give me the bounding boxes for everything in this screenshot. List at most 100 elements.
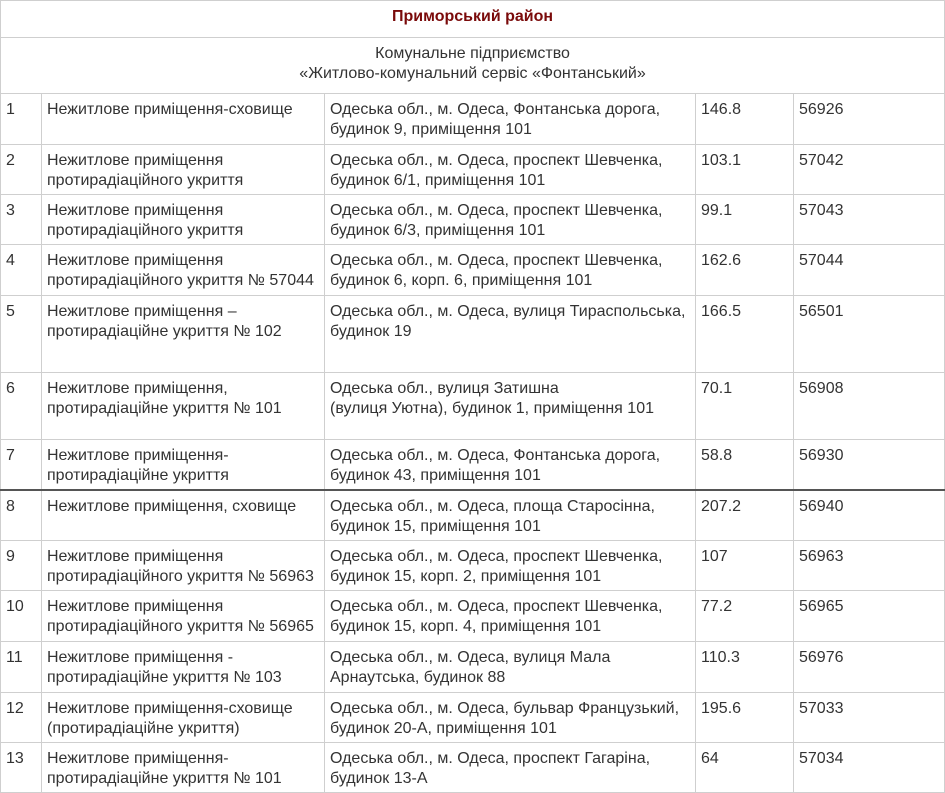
premises-area: 58.8 <box>695 439 794 491</box>
premises-code: 56963 <box>792 540 945 591</box>
premises-area: 77.2 <box>695 590 794 642</box>
organization-line-2: «Житлово-комунальний сервіс «Фонтанський… <box>299 65 646 82</box>
row-number: 10 <box>0 590 42 642</box>
shelter-register: Приморський район Комунальне підприємств… <box>0 0 945 793</box>
row-number: 8 <box>0 489 42 541</box>
premises-address: Одеська обл., м. Одеса, Фонтанська дорог… <box>324 93 696 145</box>
premises-address: Одеська обл., вулиця Затишна (вулиця Уютн… <box>324 372 696 440</box>
premises-area: 70.1 <box>695 372 794 440</box>
premises-address-line: будинок 43, приміщення 101 <box>330 467 541 484</box>
premises-name-line: протирадіаційного укриття № 57044 <box>47 272 314 289</box>
premises-address-line: Одеська обл., м. Одеса, проспект Гагарін… <box>330 750 651 767</box>
premises-code: 56940 <box>792 489 945 541</box>
premises-address: Одеська обл., м. Одеса, площа Старосінна… <box>324 489 696 541</box>
row-number: 6 <box>0 372 42 440</box>
premises-address-line: будинок 20-А, приміщення 101 <box>330 720 557 737</box>
row-number: 4 <box>0 244 42 296</box>
premises-name-line: (протирадіаційне укриття) <box>47 720 240 737</box>
table-row: 3 Нежитлове приміщення протирадіаційного у… <box>0 194 945 245</box>
premises-code: 56501 <box>792 295 945 373</box>
premises-code: 57044 <box>792 244 945 296</box>
premises-address-line: будинок 13-А <box>330 770 428 787</box>
premises-address: Одеська обл., м. Одеса, проспект Шевченк… <box>324 540 696 591</box>
premises-address-line: Одеська обл., м. Одеса, бульвар Французь… <box>330 700 680 717</box>
premises-address-line: Одеська обл., м. Одеса, вулиця Мала <box>330 649 611 666</box>
premises-address-line: Арнаутська, будинок 88 <box>330 669 506 686</box>
premises-name: Нежитлове приміщення протирадіаційного ук… <box>41 244 325 296</box>
premises-name-line: Нежитлове приміщення <box>47 152 224 169</box>
row-number: 7 <box>0 439 42 491</box>
organization-line-1: Комунальне підприємство <box>375 45 570 62</box>
row-number: 9 <box>0 540 42 591</box>
premises-address: Одеська обл., м. Одеса, вулиця Тирасполь… <box>324 295 696 373</box>
table-row: 7 Нежитлове приміщення-протирадіаційне ук… <box>0 439 945 491</box>
table-row: 8 Нежитлове приміщення, сховище Одеська об… <box>0 489 945 541</box>
premises-name: Нежитлове приміщення - протирадіаційне ук… <box>41 641 325 693</box>
premises-address: Одеська обл., м. Одеса, проспект Шевченк… <box>324 194 696 245</box>
premises-name-line: Нежитлове приміщення <box>47 252 224 269</box>
premises-area: 146.8 <box>695 93 794 145</box>
premises-address-line: Одеська обл., м. Одеса, проспект Шевченк… <box>330 152 663 169</box>
premises-code: 57033 <box>792 692 945 743</box>
organization-row: Комунальне підприємство «Житлово-комунал… <box>0 37 945 94</box>
premises-address-line: будинок 6/1, приміщення 101 <box>330 172 546 189</box>
row-number: 13 <box>0 742 42 793</box>
premises-name: Нежитлове приміщення-сховище <box>41 93 325 145</box>
premises-name-line: Нежитлове приміщення, сховище <box>47 497 297 515</box>
premises-name-line: Нежитлове приміщення <box>47 202 224 219</box>
premises-name-line: Нежитлове приміщення- <box>47 447 229 464</box>
premises-name-line: протирадіаційне укриття <box>47 467 229 484</box>
premises-address-line: Одеська обл., м. Одеса, Фонтанська дорог… <box>330 101 661 118</box>
premises-code: 56965 <box>792 590 945 642</box>
premises-name-line: Нежитлове приміщення – <box>47 303 237 320</box>
premises-area: 195.6 <box>695 692 794 743</box>
premises-name: Нежитлове приміщення протирадіаційного ук… <box>41 590 325 642</box>
premises-area: 99.1 <box>695 194 794 245</box>
premises-address: Одеська обл., м. Одеса, Фонтанська дорог… <box>324 439 696 491</box>
table-row: 10 Нежитлове приміщення протирадіаційного … <box>0 590 945 642</box>
premises-address-line: будинок 19 <box>330 323 412 340</box>
premises-address-line: Одеська обл., вулиця Затишна <box>330 380 559 397</box>
premises-address-line: Одеська обл., м. Одеса, проспект Шевченк… <box>330 252 663 269</box>
premises-name: Нежитлове приміщення-протирадіаційне укр… <box>41 439 325 491</box>
table-row: 2 Нежитлове приміщення протирадіаційного у… <box>0 144 945 195</box>
premises-address: Одеська обл., м. Одеса, проспект Шевченк… <box>324 244 696 296</box>
premises-address: Одеська обл., м. Одеса, проспект Шевченк… <box>324 144 696 195</box>
premises-name-line: Нежитлове приміщення-сховище <box>47 101 293 118</box>
premises-name-line: протирадіаційного укриття <box>47 172 244 189</box>
premises-name-line: Нежитлове приміщення <box>47 598 224 615</box>
premises-area: 110.3 <box>695 641 794 693</box>
premises-address: Одеська обл., м. Одеса, проспект Шевченк… <box>324 590 696 642</box>
premises-address-line: (вулиця Уютна), будинок 1, приміщення 10… <box>330 400 654 417</box>
premises-address-line: Одеська обл., м. Одеса, проспект Шевченк… <box>330 548 663 565</box>
premises-address-line: будинок 15, корп. 4, приміщення 101 <box>330 618 602 635</box>
premises-address: Одеська обл., м. Одеса, бульвар Французь… <box>324 692 696 743</box>
premises-code: 57043 <box>792 194 945 245</box>
premises-code: 56926 <box>792 93 945 145</box>
row-number: 11 <box>0 641 42 693</box>
row-number: 12 <box>0 692 42 743</box>
premises-name-line: Нежитлове приміщення <box>47 548 224 565</box>
premises-name: Нежитлове приміщення-сховище (протирадіац… <box>41 692 325 743</box>
premises-area: 103.1 <box>695 144 794 195</box>
premises-address: Одеська обл., м. Одеса, проспект Гагарін… <box>324 742 696 793</box>
table-row: 9 Нежитлове приміщення протирадіаційного у… <box>0 540 945 591</box>
table-row: 11 Нежитлове приміщення - протирадіаційне … <box>0 641 945 693</box>
premises-name-line: протирадіаційне укриття № 101 <box>47 400 282 417</box>
row-number: 2 <box>0 144 42 195</box>
table-row: 6 Нежитлове приміщення, протирадіаційне ук… <box>0 372 945 440</box>
premises-name-line: Нежитлове приміщення - <box>47 649 234 666</box>
premises-name: Нежитлове приміщення – протирадіаційне ук… <box>41 295 325 373</box>
premises-name-line: протирадіаційне укриття № 102 <box>47 323 282 340</box>
row-number: 1 <box>0 93 42 145</box>
premises-name-line: протирадіаційного укриття <box>47 222 244 239</box>
premises-name-line: протирадіаційного укриття № 56965 <box>47 618 314 635</box>
district-row: Приморський район <box>0 0 945 38</box>
premises-address-line: будинок 6/3, приміщення 101 <box>330 222 546 239</box>
table-row: 4 Нежитлове приміщення протирадіаційного у… <box>0 244 945 296</box>
premises-code: 56930 <box>792 439 945 491</box>
premises-name-line: протирадіаційного укриття № 56963 <box>47 568 314 585</box>
premises-address-line: будинок 15, корп. 2, приміщення 101 <box>330 568 602 585</box>
table-row: 5 Нежитлове приміщення – протирадіаційне у… <box>0 295 945 373</box>
premises-name-line: Нежитлове приміщення-сховище <box>47 700 293 717</box>
